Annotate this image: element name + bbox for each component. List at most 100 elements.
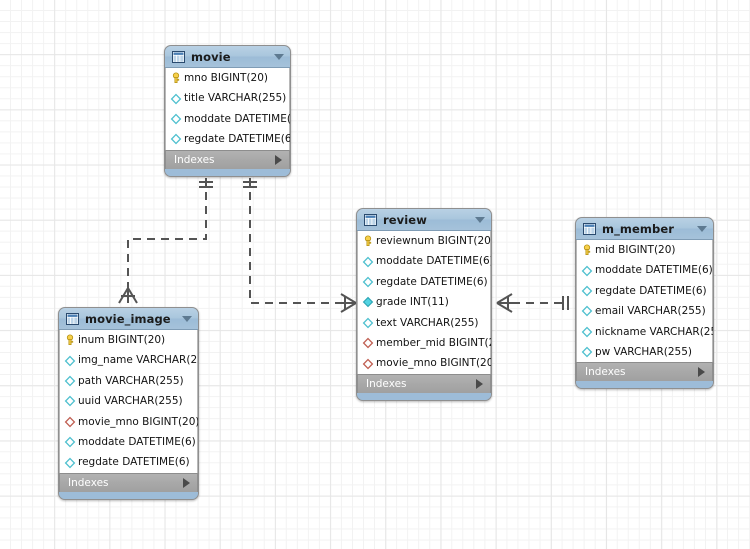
column-icon xyxy=(362,317,374,329)
field-label: reviewnum BIGINT(20) xyxy=(376,234,492,247)
column-icon xyxy=(64,457,76,468)
table-fields-movie_image: inum BIGINT(20) img_name VARCHAR(255) path… xyxy=(59,330,198,473)
field-row[interactable]: moddate DATETIME(6) xyxy=(358,251,491,271)
table-icon xyxy=(172,50,185,63)
field-row[interactable]: title VARCHAR(255) xyxy=(166,88,289,108)
chevron-down-icon[interactable] xyxy=(697,225,707,232)
table-m_member[interactable]: m_membermid BIGINT(20) moddate DATETIME(6… xyxy=(575,217,714,390)
indexes-label: Indexes xyxy=(174,153,215,166)
field-row[interactable]: regdate DATETIME(6) xyxy=(60,452,197,472)
field-label: regdate DATETIME(6) xyxy=(376,275,488,288)
field-row[interactable]: nickname VARCHAR(255) xyxy=(577,322,713,342)
column-icon xyxy=(170,113,182,125)
field-row[interactable]: movie_mno BIGINT(20) xyxy=(358,353,492,373)
field-label: nickname VARCHAR(255) xyxy=(595,325,713,338)
primary-key-icon xyxy=(583,244,591,256)
table-footer-review xyxy=(357,392,491,400)
field-label: email VARCHAR(255) xyxy=(595,305,706,318)
field-row[interactable]: regdate DATETIME(6) xyxy=(577,281,712,301)
foreign-key-icon xyxy=(64,416,76,428)
field-label: member_mid BIGINT(20) xyxy=(376,336,491,349)
primary-key-icon xyxy=(66,334,74,346)
relationship-movie-review[interactable] xyxy=(243,178,357,313)
column-icon xyxy=(581,306,593,317)
relationship-movie-movie_image[interactable] xyxy=(118,178,213,304)
indexes-section-m_member[interactable]: Indexes xyxy=(576,362,713,382)
chevron-down-icon[interactable] xyxy=(182,315,192,322)
table-review[interactable]: review reviewnum BIGINT(20) moddate DATETI… xyxy=(356,208,492,401)
field-row[interactable]: img_name VARCHAR(255) xyxy=(60,350,198,370)
table-movie_image[interactable]: movie_imageinum BIGINT(20) img_name VARCH… xyxy=(58,307,199,500)
chevron-down-icon[interactable] xyxy=(475,216,485,223)
field-row[interactable]: mid BIGINT(20) xyxy=(577,240,712,260)
table-icon xyxy=(364,213,377,226)
table-title-movie_image: movie_image xyxy=(85,311,171,326)
triangle-right-icon[interactable] xyxy=(698,367,705,378)
chevron-down-icon[interactable] xyxy=(274,53,284,60)
field-label: title VARCHAR(255) xyxy=(184,92,287,105)
field-label: moddate DATETIME(6) xyxy=(184,112,291,125)
column-icon xyxy=(362,256,374,267)
triangle-right-icon[interactable] xyxy=(183,477,190,488)
field-label: moddate DATETIME(6) xyxy=(78,435,196,448)
field-label: mid BIGINT(20) xyxy=(595,243,676,256)
field-row[interactable]: moddate DATETIME(6) xyxy=(166,109,291,129)
triangle-right-icon[interactable] xyxy=(476,378,483,389)
column-icon xyxy=(581,346,593,358)
field-label: movie_mno BIGINT(20) xyxy=(376,357,492,370)
field-label: path VARCHAR(255) xyxy=(78,374,184,387)
field-row[interactable]: grade INT(11) xyxy=(358,292,490,312)
field-row[interactable]: text VARCHAR(255) xyxy=(358,313,490,333)
field-row[interactable]: path VARCHAR(255) xyxy=(60,371,197,391)
table-header-movie_image[interactable]: movie_image xyxy=(59,308,198,330)
column-icon xyxy=(64,436,76,448)
field-label: regdate DATETIME(6) xyxy=(595,284,707,297)
field-row[interactable]: regdate DATETIME(6) xyxy=(166,129,291,149)
field-label: img_name VARCHAR(255) xyxy=(78,354,198,367)
eer-diagram-canvas[interactable]: movie mno BIGINT(20) title VARCHAR(255) mod… xyxy=(0,0,750,549)
table-title-m_member: m_member xyxy=(602,221,675,236)
table-footer-m_member xyxy=(576,381,713,389)
field-row[interactable]: uuid VARCHAR(255) xyxy=(60,391,197,411)
foreign-key-icon xyxy=(362,337,374,349)
table-movie[interactable]: movie mno BIGINT(20) title VARCHAR(255) mod… xyxy=(164,45,291,177)
table-header-m_member[interactable]: m_member xyxy=(576,218,713,240)
field-label: text VARCHAR(255) xyxy=(376,316,479,329)
field-row[interactable]: regdate DATETIME(6) xyxy=(358,272,490,292)
foreign-key-icon xyxy=(362,358,374,369)
field-label: uuid VARCHAR(255) xyxy=(78,395,183,408)
field-row[interactable]: movie_mno BIGINT(20) xyxy=(60,412,199,432)
field-row[interactable]: reviewnum BIGINT(20) xyxy=(358,231,492,251)
indexes-section-movie[interactable]: Indexes xyxy=(165,149,290,169)
column-icon xyxy=(64,375,76,387)
field-label: inum BIGINT(20) xyxy=(78,333,166,346)
column-icon xyxy=(581,326,593,338)
field-row[interactable]: email VARCHAR(255) xyxy=(577,301,712,321)
indexes-section-review[interactable]: Indexes xyxy=(357,373,491,393)
indexes-label: Indexes xyxy=(68,476,109,489)
primary-key-icon xyxy=(172,72,180,84)
field-row[interactable]: inum BIGINT(20) xyxy=(60,330,197,350)
indexes-label: Indexes xyxy=(366,377,407,390)
field-label: mno BIGINT(20) xyxy=(184,71,268,84)
table-header-review[interactable]: review xyxy=(357,209,491,231)
field-label: pw VARCHAR(255) xyxy=(595,345,692,358)
table-title-movie: movie xyxy=(191,49,231,64)
table-icon xyxy=(583,222,596,235)
field-row[interactable]: mno BIGINT(20) xyxy=(166,68,289,88)
field-label: movie_mno BIGINT(20) xyxy=(78,415,199,428)
table-header-movie[interactable]: movie xyxy=(165,46,290,68)
field-row[interactable]: member_mid BIGINT(20) xyxy=(358,333,491,353)
table-footer-movie xyxy=(165,168,290,176)
table-fields-review: reviewnum BIGINT(20) moddate DATETIME(6) r… xyxy=(357,231,491,374)
field-row[interactable]: moddate DATETIME(6) xyxy=(577,260,713,280)
column-icon xyxy=(64,355,76,366)
relationship-review-m_member[interactable] xyxy=(496,293,569,313)
table-fields-m_member: mid BIGINT(20) moddate DATETIME(6) regdate… xyxy=(576,240,713,363)
column-icon xyxy=(581,285,593,297)
field-row[interactable]: moddate DATETIME(6) xyxy=(60,432,197,452)
field-label: regdate DATETIME(6) xyxy=(184,133,291,146)
triangle-right-icon[interactable] xyxy=(275,154,282,165)
field-row[interactable]: pw VARCHAR(255) xyxy=(577,342,712,362)
indexes-section-movie_image[interactable]: Indexes xyxy=(59,472,198,492)
